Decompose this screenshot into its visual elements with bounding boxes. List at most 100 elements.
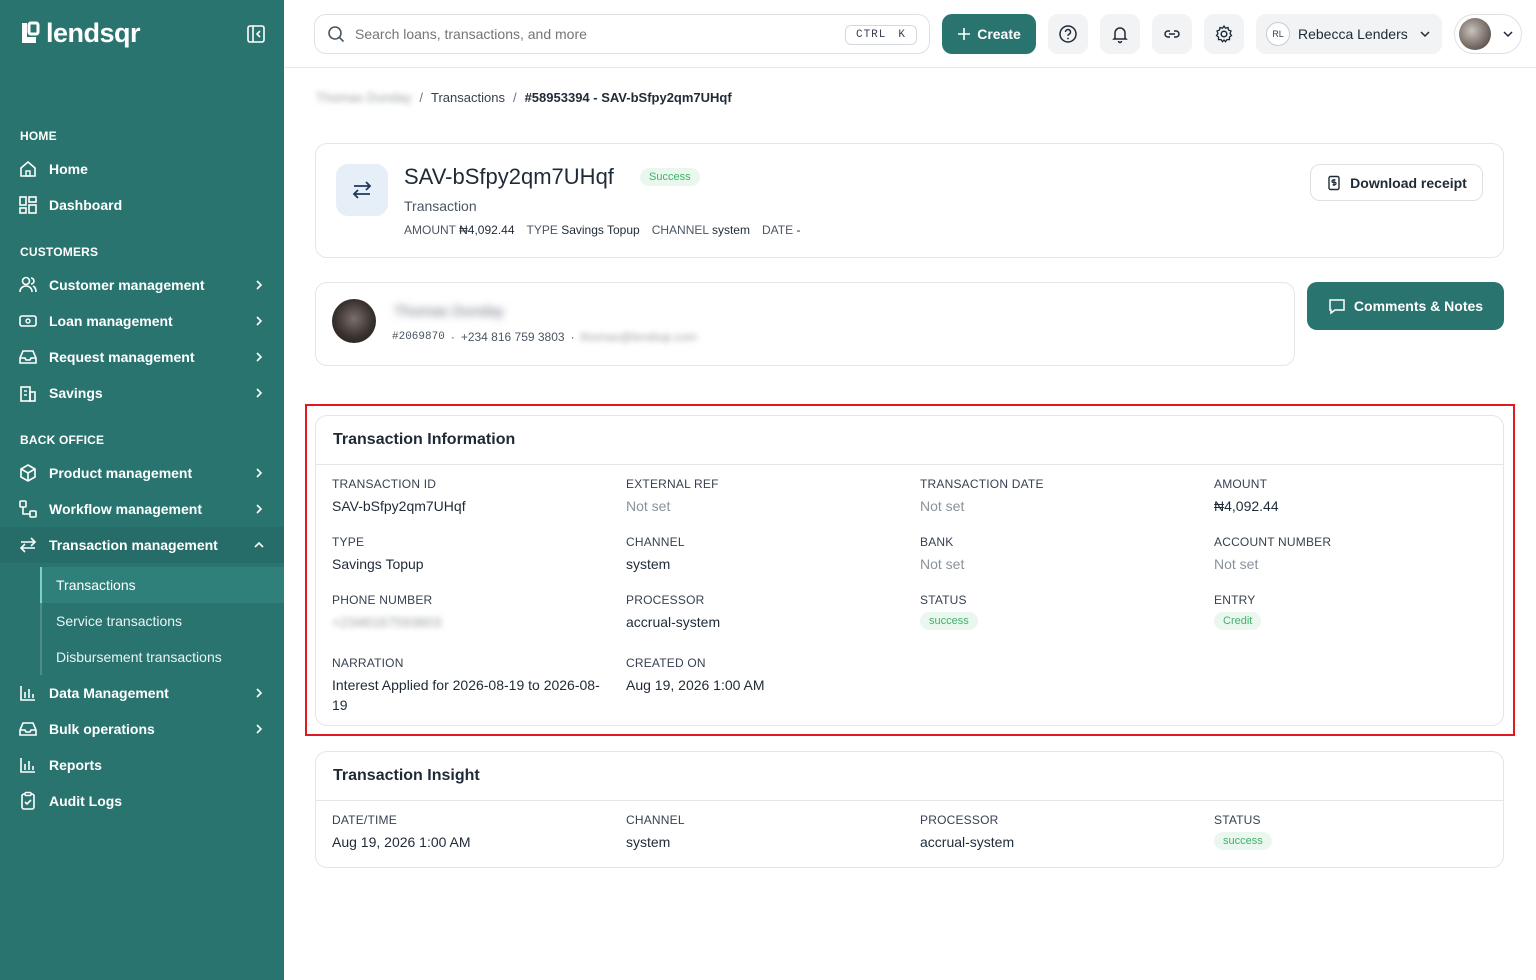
user-menu-button[interactable]: RL Rebecca Lenders [1256,14,1442,54]
sidebar-subitem-service-transactions[interactable]: Service transactions [40,603,284,639]
field-value: Aug 19, 2026 1:00 AM [626,677,765,693]
transfer-icon [352,181,372,199]
sidebar-subitem-disbursement-transactions[interactable]: Disbursement transactions [40,639,284,675]
create-button[interactable]: Create [942,14,1036,54]
transaction-title: SAV-bSfpy2qm7UHqf [404,164,614,189]
chevron-right-icon [256,388,263,398]
sidebar-item-label: Savings [49,385,103,401]
field-label: DATE/TIME [332,813,397,827]
sidebar-item-bulk-operations[interactable]: Bulk operations [0,711,284,747]
collapse-sidebar-icon[interactable] [246,24,266,44]
sidebar-item-data-management[interactable]: Data Management [0,675,284,711]
meta-date: DATE - [762,223,800,237]
link-button[interactable] [1152,14,1192,54]
home-icon [20,160,36,177]
search-bar[interactable]: CTRL K [314,14,930,54]
chevron-down-icon [1420,31,1430,38]
sidebar-item-label: Disbursement transactions [56,649,222,665]
sidebar-item-reports[interactable]: Reports [0,747,284,783]
sidebar-item-audit-logs[interactable]: Audit Logs [0,783,284,819]
customer-email: thomas@lendsqr.com [580,330,697,344]
field-label: CREATED ON [626,656,706,670]
sidebar-item-product-management[interactable]: Product management [0,455,284,491]
field-bank: BANK Not set [920,535,1190,574]
sidebar-item-label: Audit Logs [49,793,123,809]
chevron-right-icon [256,688,263,698]
breadcrumb-separator: / [512,90,517,105]
comments-notes-button[interactable]: Comments & Notes [1307,282,1504,330]
field-value: Interest Applied for 2026-08-19 to 2026-… [332,677,600,713]
field-value: system [626,556,671,572]
comments-notes-label: Comments & Notes [1353,298,1484,314]
link-icon [1164,30,1180,38]
brand-logo[interactable]: lendsqr [20,18,141,49]
sidebar-item-label: Customer management [49,277,205,293]
field-status: STATUS success [920,593,1190,630]
meta-type-label: TYPE [526,223,558,237]
transaction-summary-card: SAV-bSfpy2qm7UHqf Success Transaction AM… [315,143,1504,258]
avatar [1459,18,1491,50]
customer-name: Thomas Dunday [394,303,505,320]
sidebar-item-label: Reports [49,757,102,773]
field-channel: CHANNEL system [626,535,896,574]
field-datetime: DATE/TIME Aug 19, 2026 1:00 AM [332,813,602,852]
receipt-icon [1328,175,1340,190]
section-title: Transaction Insight [316,752,1503,801]
inbox-icon [19,722,37,736]
dashboard-icon [19,196,37,214]
bar-chart-icon [20,686,35,701]
section-title: Transaction Information [316,416,1503,465]
field-value: Not set [1214,556,1259,572]
comment-icon [1329,299,1345,315]
breadcrumb-transactions[interactable]: Transactions [431,90,505,105]
download-receipt-button[interactable]: Download receipt [1310,164,1483,201]
field-label: TRANSACTION DATE [920,477,1044,491]
sidebar-item-label: Service transactions [56,613,183,629]
sidebar-item-savings[interactable]: Savings [0,375,284,411]
users-icon [19,276,37,293]
settings-button[interactable] [1204,14,1244,54]
meta-channel-label: CHANNEL [651,223,709,237]
search-input[interactable] [355,26,825,42]
topbar: CTRL K Create RL Rebecca Lenders [284,0,1536,68]
status-badge: success [920,612,978,630]
field-narration: NARRATION Interest Applied for 2026-08-1… [332,656,602,715]
field-label: NARRATION [332,656,404,670]
sidebar-item-home[interactable]: Home [0,151,284,187]
bell-icon [1112,27,1128,44]
sidebar-item-request-management[interactable]: Request management [0,339,284,375]
meta-type: TYPE Savings Topup [527,223,640,237]
clipboard-check-icon [21,791,35,810]
field-processor: PROCESSOR accrual-system [626,593,896,632]
sidebar-item-dashboard[interactable]: Dashboard [0,187,284,223]
field-label: STATUS [1214,813,1261,827]
sidebar-item-label: Dashboard [49,197,123,213]
inbox-icon [19,350,37,364]
sidebar-item-loan-management[interactable]: Loan management [0,303,284,339]
field-label: STATUS [920,593,967,607]
profile-menu-button[interactable] [1454,14,1522,54]
section-title-home: HOME [20,129,57,143]
field-value: system [626,834,671,850]
sidebar-item-transaction-management[interactable]: Transaction management [0,527,284,563]
transaction-information-card: Transaction Information TRANSACTION ID S… [315,415,1504,726]
notifications-button[interactable] [1100,14,1140,54]
help-button[interactable] [1048,14,1088,54]
breadcrumb-customer[interactable]: Thomas Dunday [316,90,411,105]
search-shortcut-hint: CTRL K [844,25,917,45]
field-value: Aug 19, 2026 1:00 AM [332,834,471,850]
help-icon [1059,25,1077,43]
field-label: PHONE NUMBER [332,593,433,607]
customer-card[interactable]: Thomas Dunday #2069870 · +234 816 759 38… [315,282,1295,366]
loan-icon [19,315,37,327]
sidebar-item-customer-management[interactable]: Customer management [0,267,284,303]
field-external-ref: EXTERNAL REF Not set [626,477,896,516]
sidebar-item-workflow-management[interactable]: Workflow management [0,491,284,527]
sidebar-item-label: Transactions [56,577,136,593]
field-channel: CHANNEL system [626,813,896,852]
field-value: ₦4,092.44 [1214,498,1279,514]
sidebar-subitem-transactions[interactable]: Transactions [40,567,284,603]
field-label: ENTRY [1214,593,1256,607]
meta-date-label: DATE [761,223,794,237]
meta-type-value: Savings Topup [561,223,640,237]
